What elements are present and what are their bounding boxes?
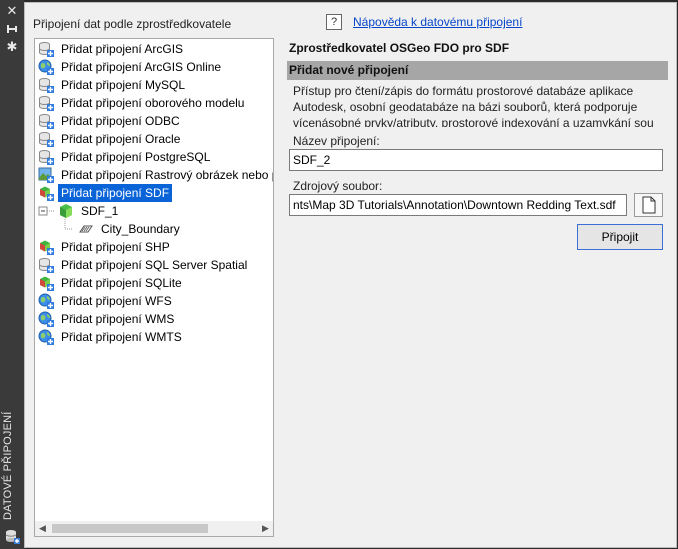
source-file-input[interactable]: nts\Map 3D Tutorials\Annotation\Downtown… bbox=[289, 194, 627, 216]
tree-horizontal-scrollbar[interactable]: ◀ ▶ bbox=[35, 521, 273, 536]
raster-plus-icon bbox=[38, 167, 54, 183]
tree-item[interactable]: Přidat připojení oborového modelu bbox=[35, 94, 273, 112]
scroll-left-icon[interactable]: ◀ bbox=[35, 521, 50, 536]
tree-item[interactable]: Přidat připojení WFS bbox=[35, 292, 273, 310]
provider-description: Přístup pro čtení/zápis do formátu prost… bbox=[293, 84, 654, 127]
tree-item[interactable]: Přidat připojení WMTS bbox=[35, 328, 273, 346]
tree-item-label: Přidat připojení WMS bbox=[61, 312, 175, 326]
help-icon[interactable]: ? bbox=[326, 14, 342, 30]
db-plus-icon bbox=[38, 41, 54, 57]
tree-item-label: Přidat připojení ArcGIS Online bbox=[61, 60, 222, 74]
help-link[interactable]: Nápověda k datovému připojení bbox=[353, 15, 522, 29]
provider-title: Zprostředkovatel OSGeo FDO pro SDF bbox=[289, 41, 510, 55]
globe-plus-icon bbox=[38, 329, 54, 345]
tree-item-label: Přidat připojení WMTS bbox=[61, 330, 182, 344]
tree-item[interactable]: Přidat připojení SDF bbox=[35, 184, 273, 202]
globe-plus-icon bbox=[38, 293, 54, 309]
db-plus-icon bbox=[38, 257, 54, 273]
tree-item-label: Přidat připojení PostgreSQL bbox=[61, 150, 211, 164]
browse-file-button[interactable] bbox=[634, 193, 663, 217]
tree-item[interactable]: Přidat připojení PostgreSQL bbox=[35, 148, 273, 166]
tree-item-label: Přidat připojení SDF bbox=[58, 184, 173, 202]
tree-label: Připojení dat podle zprostředkovatele bbox=[33, 17, 232, 31]
database-icon bbox=[4, 528, 20, 544]
tree-item[interactable]: Přidat připojení ArcGIS Online bbox=[35, 58, 273, 76]
tree-item-label: Přidat připojení oborového modelu bbox=[61, 96, 245, 110]
tree-item-label: Přidat připojení SQL Server Spatial bbox=[61, 258, 248, 272]
cube-plus-icon bbox=[38, 185, 54, 201]
tree-item[interactable]: Přidat připojení Oracle bbox=[35, 130, 273, 148]
db-plus-icon bbox=[38, 149, 54, 165]
tree-item-label: Přidat připojení Oracle bbox=[61, 132, 181, 146]
scroll-right-icon[interactable]: ▶ bbox=[258, 521, 273, 536]
cube-plus-icon bbox=[38, 275, 54, 291]
db-plus-icon bbox=[38, 95, 54, 111]
tree-item-label: Přidat připojení MySQL bbox=[61, 78, 186, 92]
tree-item-label: Přidat připojení Rastrový obrázek nebo p bbox=[61, 168, 273, 182]
tree-item[interactable]: Přidat připojení ODBC bbox=[35, 112, 273, 130]
source-file-label: Zdrojový soubor: bbox=[293, 179, 383, 193]
provider-tree[interactable]: ◀ ▶ Přidat připojení ArcGIS Přidat připoj… bbox=[34, 38, 274, 537]
tree-item-label: Přidat připojení WFS bbox=[61, 294, 172, 308]
globe-plus-icon bbox=[38, 59, 54, 75]
db-plus-icon bbox=[38, 131, 54, 147]
tree-item-label: Přidat připojení ArcGIS bbox=[61, 42, 184, 56]
pin-icon[interactable] bbox=[5, 22, 19, 36]
tree-connector-lines bbox=[38, 206, 73, 230]
tree-item[interactable]: City_Boundary bbox=[75, 220, 273, 238]
globe-plus-icon bbox=[38, 311, 54, 327]
tree-item[interactable]: Přidat připojení SQLite bbox=[35, 274, 273, 292]
tree-item[interactable]: Přidat připojení ArcGIS bbox=[35, 40, 273, 58]
palette-sidebar: ✕ ✱ DATOVÉ PŘIPOJENÍ bbox=[0, 0, 24, 549]
settings-icon[interactable]: ✱ bbox=[5, 40, 19, 54]
tree-item-label: Přidat připojení SQLite bbox=[61, 276, 182, 290]
tree-item[interactable]: Přidat připojení MySQL bbox=[35, 76, 273, 94]
scroll-thumb[interactable] bbox=[52, 524, 208, 533]
connection-name-label: Název připojení: bbox=[293, 134, 380, 148]
tree-item-label: Přidat připojení ODBC bbox=[61, 114, 180, 128]
db-plus-icon bbox=[38, 113, 54, 129]
data-connect-panel: Připojení dat podle zprostředkovatele ◀ … bbox=[24, 2, 677, 548]
connection-name-input[interactable]: SDF_2 bbox=[289, 149, 663, 171]
tree-item[interactable]: Přidat připojení SQL Server Spatial bbox=[35, 256, 273, 274]
file-icon bbox=[642, 196, 656, 214]
tree-item-label: City_Boundary bbox=[101, 222, 180, 236]
tree-item[interactable]: Přidat připojení WMS bbox=[35, 310, 273, 328]
tree-item[interactable]: Přidat připojení Rastrový obrázek nebo p bbox=[35, 166, 273, 184]
section-header: Přidat nové připojení bbox=[287, 61, 668, 80]
palette-title: DATOVÉ PŘIPOJENÍ bbox=[2, 411, 14, 520]
connect-button[interactable]: Připojit bbox=[577, 224, 663, 250]
close-icon[interactable]: ✕ bbox=[5, 4, 19, 18]
db-plus-icon bbox=[38, 77, 54, 93]
